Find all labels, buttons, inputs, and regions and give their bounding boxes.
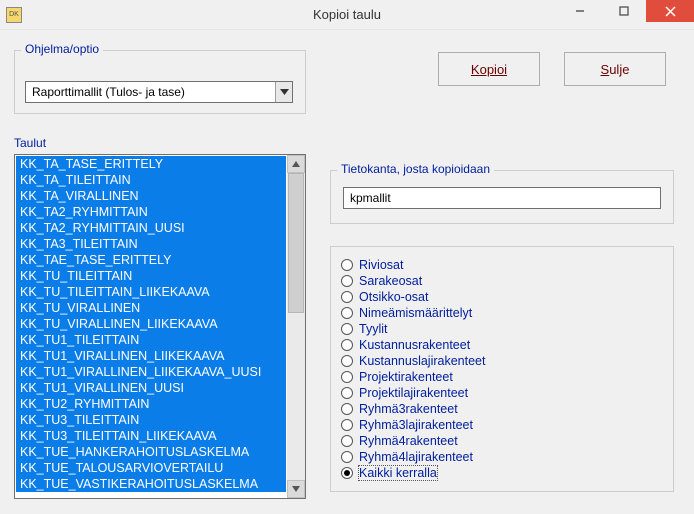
list-item[interactable]: KK_TA2_RYHMITTAIN_UUSI [16, 220, 286, 236]
radio-option[interactable]: Projektirakenteet [341, 369, 663, 385]
radio-label: Projektilajirakenteet [359, 386, 468, 400]
radio-option[interactable]: Kustannuslajirakenteet [341, 353, 663, 369]
database-group: Tietokanta, josta kopioidaan [330, 170, 674, 224]
list-item[interactable]: KK_TUE_VASTIKERAHOITUSLASKELMA [16, 476, 286, 492]
radio-label: Kustannuslajirakenteet [359, 354, 485, 368]
radio-label: Sarakeosat [359, 274, 422, 288]
list-item[interactable]: KK_TUE_TALOUSARVIOVERTAILU [16, 460, 286, 476]
radio-icon [341, 355, 353, 367]
list-item[interactable]: KK_TU1_VIRALLINEN_LIIKEKAAVA_UUSI [16, 364, 286, 380]
radio-label: Otsikko-osat [359, 290, 428, 304]
radio-option[interactable]: Ryhmä3lajirakenteet [341, 417, 663, 433]
list-item[interactable]: KK_TU2_RYHMITTAIN [16, 396, 286, 412]
radio-option[interactable]: Ryhmä4rakenteet [341, 433, 663, 449]
close-dialog-button[interactable]: Sulje [564, 52, 666, 86]
radio-icon [341, 275, 353, 287]
list-item[interactable]: KK_TA_TILEITTAIN [16, 172, 286, 188]
radio-option[interactable]: Kaikki kerralla [341, 465, 663, 481]
list-item[interactable]: KK_TA_VIRALLINEN [16, 188, 286, 204]
radio-option[interactable]: Nimeämismäärittelyt [341, 305, 663, 321]
minimize-button[interactable] [558, 0, 602, 22]
copy-options-group: Riviosat Sarakeosat Otsikko-osat Nimeämismä… [330, 246, 674, 492]
radio-icon [341, 451, 353, 463]
radio-icon [341, 307, 353, 319]
radio-icon [341, 323, 353, 335]
list-item[interactable]: KK_TU_TILEITTAIN [16, 268, 286, 284]
list-item[interactable]: KK_TU1_TILEITTAIN [16, 332, 286, 348]
list-item[interactable]: KK_TU_VIRALLINEN_LIIKEKAAVA [16, 316, 286, 332]
listbox-scrollbar[interactable] [287, 155, 305, 498]
radio-label: Ryhmä3lajirakenteet [359, 418, 473, 432]
radio-label: Projektirakenteet [359, 370, 453, 384]
database-input[interactable] [343, 187, 661, 209]
list-item[interactable]: KK_TU_VIRALLINEN [16, 300, 286, 316]
list-item[interactable]: KK_TA2_RYHMITTAIN [16, 204, 286, 220]
radio-option[interactable]: Projektilajirakenteet [341, 385, 663, 401]
radio-icon [341, 435, 353, 447]
list-item[interactable]: KK_TU1_VIRALLINEN_LIIKEKAAVA [16, 348, 286, 364]
radio-icon [341, 419, 353, 431]
radio-option[interactable]: Kustannusrakenteet [341, 337, 663, 353]
database-legend: Tietokanta, josta kopioidaan [337, 162, 494, 176]
list-item[interactable]: KK_TUE_HANKERAHOITUSLASKELMA [16, 444, 286, 460]
close-button[interactable] [646, 0, 694, 22]
radio-label: Tyylit [359, 322, 387, 336]
radio-label: Kaikki kerralla [359, 466, 437, 480]
scroll-thumb[interactable] [288, 173, 304, 313]
list-item[interactable]: KK_TU3_TILEITTAIN_LIIKEKAAVA [16, 428, 286, 444]
radio-option[interactable]: Ryhmä4lajirakenteet [341, 449, 663, 465]
program-option-group: Ohjelma/optio Raporttimallit (Tulos- ja … [14, 50, 306, 114]
radio-label: Ryhmä3rakenteet [359, 402, 458, 416]
scroll-down-icon[interactable] [287, 480, 305, 498]
tables-listbox[interactable]: KK_TA_TASE_ERITTELYKK_TA_TILEITTAINKK_TA… [14, 154, 306, 499]
program-option-legend: Ohjelma/optio [21, 42, 103, 56]
list-item[interactable]: KK_TU3_TILEITTAIN [16, 412, 286, 428]
copy-button[interactable]: Kopioi [438, 52, 540, 86]
chevron-down-icon[interactable] [275, 82, 292, 102]
radio-icon [341, 291, 353, 303]
radio-icon [341, 371, 353, 383]
app-icon: DK [6, 7, 22, 23]
radio-icon [341, 467, 353, 479]
window-controls [558, 0, 694, 22]
tables-label: Taulut [14, 136, 680, 150]
radio-label: Ryhmä4rakenteet [359, 434, 458, 448]
radio-label: Nimeämismäärittelyt [359, 306, 472, 320]
radio-option[interactable]: Riviosat [341, 257, 663, 273]
radio-option[interactable]: Otsikko-osat [341, 289, 663, 305]
radio-label: Kustannusrakenteet [359, 338, 470, 352]
radio-icon [341, 403, 353, 415]
radio-option[interactable]: Ryhmä3rakenteet [341, 401, 663, 417]
radio-option[interactable]: Tyylit [341, 321, 663, 337]
radio-icon [341, 259, 353, 271]
program-option-value: Raporttimallit (Tulos- ja tase) [26, 85, 275, 99]
radio-label: Ryhmä4lajirakenteet [359, 450, 473, 464]
list-item[interactable]: KK_TA_TASE_ERITTELY [16, 156, 286, 172]
radio-label: Riviosat [359, 258, 403, 272]
close-button-label: Sulje [601, 62, 630, 77]
scroll-up-icon[interactable] [287, 155, 305, 173]
program-option-combo[interactable]: Raporttimallit (Tulos- ja tase) [25, 81, 293, 103]
radio-icon [341, 387, 353, 399]
maximize-button[interactable] [602, 0, 646, 22]
list-item[interactable]: KK_TU_TILEITTAIN_LIIKEKAAVA [16, 284, 286, 300]
radio-option[interactable]: Sarakeosat [341, 273, 663, 289]
radio-icon [341, 339, 353, 351]
copy-button-label: Kopioi [471, 62, 507, 77]
list-item[interactable]: KK_TA3_TILEITTAIN [16, 236, 286, 252]
title-bar: DK Kopioi taulu [0, 0, 694, 30]
list-item[interactable]: KK_TU1_VIRALLINEN_UUSI [16, 380, 286, 396]
list-item[interactable]: KK_TAE_TASE_ERITTELY [16, 252, 286, 268]
